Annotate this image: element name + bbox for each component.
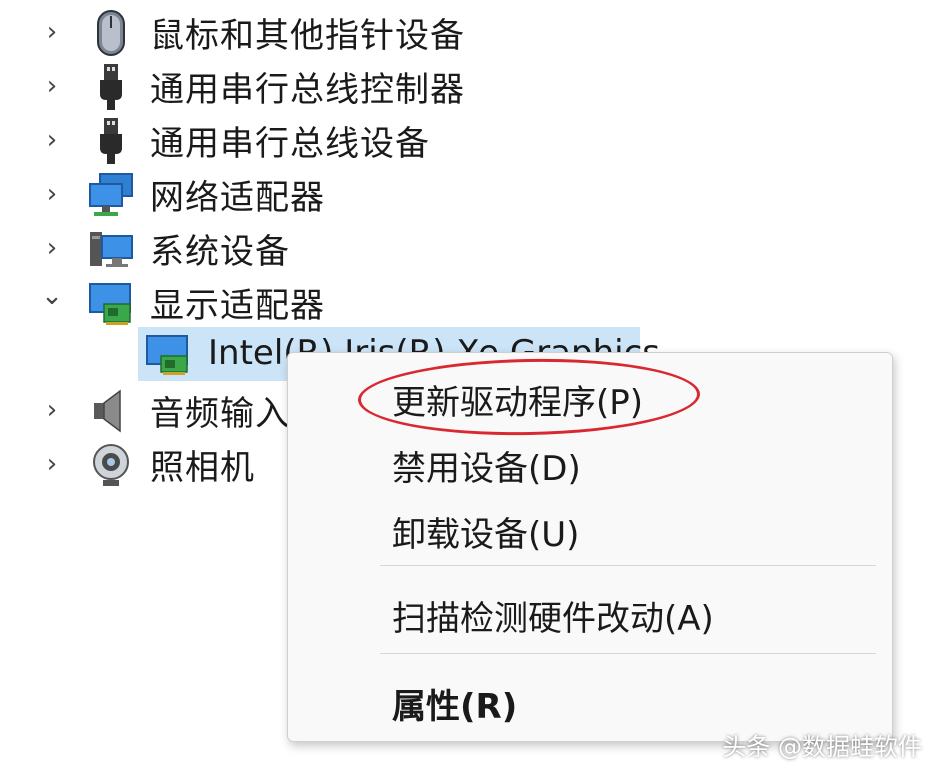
menu-item-uninstall-device[interactable]: 卸载设备(U) (392, 507, 579, 556)
tree-item-network-adapters[interactable]: › 网络适配器 (0, 168, 700, 220)
chevron-right-icon[interactable]: › (38, 396, 66, 424)
speaker-icon (94, 389, 121, 433)
chevron-down-icon[interactable]: ⌄ (38, 282, 66, 310)
chevron-right-icon[interactable]: › (38, 126, 66, 154)
network-adapter-icon (89, 173, 133, 216)
display-adapter-icon (146, 335, 188, 375)
tree-item-label: 照相机 (150, 447, 255, 488)
tree-item-label: 音频输入 (150, 393, 290, 434)
tree-item-usb-controllers[interactable]: › 通用串行总线控制器 (0, 60, 700, 112)
system-device-icon (90, 232, 133, 267)
menu-item-properties[interactable]: 属性(R) (392, 679, 517, 728)
tree-item-display-adapters[interactable]: ⌄ 显示适配器 (0, 276, 700, 328)
webcam-icon (93, 444, 129, 486)
usb-icon (100, 118, 122, 164)
chevron-right-icon[interactable]: › (38, 180, 66, 208)
menu-item-scan-hardware[interactable]: 扫描检测硬件改动(A) (392, 591, 714, 640)
tree-item-label: 通用串行总线控制器 (150, 69, 465, 110)
tree-item-label: 鼠标和其他指针设备 (150, 15, 465, 56)
chevron-right-icon[interactable]: › (38, 18, 66, 46)
tree-item-label: 通用串行总线设备 (150, 123, 430, 164)
display-adapter-icon (89, 283, 131, 325)
menu-separator (380, 565, 876, 566)
chevron-right-icon[interactable]: › (38, 234, 66, 262)
usb-icon (100, 64, 122, 110)
tree-item-usb-devices[interactable]: › 通用串行总线设备 (0, 114, 700, 166)
tree-item-mice[interactable]: › 鼠标和其他指针设备 (0, 6, 700, 58)
chevron-right-icon[interactable]: › (38, 72, 66, 100)
mouse-icon (97, 10, 125, 56)
tree-item-system-devices[interactable]: › 系统设备 (0, 222, 700, 274)
tree-item-label: 网络适配器 (150, 177, 325, 218)
chevron-right-icon[interactable]: › (38, 450, 66, 478)
menu-item-disable-device[interactable]: 禁用设备(D) (392, 441, 581, 490)
tree-item-label: 显示适配器 (150, 285, 325, 326)
tree-item-label: 系统设备 (150, 231, 290, 272)
menu-separator (380, 653, 876, 654)
watermark-text: 头条 @数据蛙软件 (722, 733, 922, 761)
